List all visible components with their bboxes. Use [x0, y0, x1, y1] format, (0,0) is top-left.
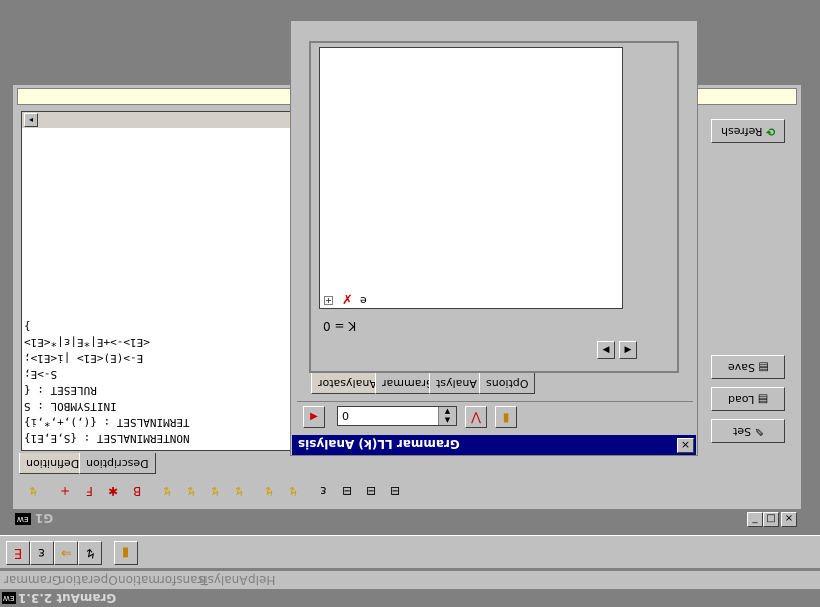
- reduce-icon[interactable]: ↯: [205, 481, 225, 501]
- grammar-edit-button[interactable]: E: [6, 541, 30, 565]
- set-button[interactable]: ✎ Set: [711, 419, 785, 443]
- tab-options[interactable]: Options: [479, 373, 536, 394]
- minimize-button[interactable]: _: [747, 512, 763, 527]
- menu-help[interactable]: Help: [248, 573, 275, 587]
- tree-expand-icon[interactable]: +: [324, 296, 333, 305]
- convert-icon[interactable]: ↯: [259, 481, 279, 501]
- closure-icon[interactable]: ✱: [103, 481, 123, 501]
- transform-icon[interactable]: ↯: [23, 481, 43, 501]
- tab-analyst[interactable]: Analyst: [429, 373, 484, 394]
- load-icon: ▤: [757, 393, 769, 406]
- code-line: NONTERMINALSET : {S,E,E1}: [24, 432, 190, 445]
- maximize-button[interactable]: □: [763, 512, 779, 527]
- exit-door-icon[interactable]: ▮: [114, 541, 138, 565]
- add-rule-icon[interactable]: +: [55, 481, 75, 501]
- app-icon: EW: [2, 592, 16, 604]
- stepper-arrows-icon[interactable]: ▲ ▼: [438, 407, 456, 425]
- error-x-icon: ✗: [342, 293, 353, 308]
- window-icon: EW: [15, 513, 31, 525]
- first-set-icon[interactable]: F: [79, 481, 99, 501]
- menu-analysis[interactable]: Analysis: [198, 573, 247, 587]
- code-line: RULESET : {: [24, 384, 97, 397]
- menu-operation[interactable]: Operation: [58, 573, 118, 587]
- k-readout: K = 0: [323, 319, 357, 333]
- g1-title-bar: EW G1 _ □ ×: [13, 509, 801, 529]
- refresh-icon: ⟳: [765, 125, 776, 138]
- follow-set-icon[interactable]: B: [127, 481, 147, 501]
- dialog-close-button[interactable]: ×: [677, 438, 694, 453]
- code-line: S->E;: [24, 368, 58, 381]
- grammar-tabs: Definition Description: [17, 453, 297, 475]
- dialog-controls: ▶ 0 ▲ ▼ ⋀ ▮: [297, 401, 693, 431]
- grammar-toolbar: ↯ + F ✱ B ↯ ↯ ↯ ↯ ↯ ↯ ε ⊟ ⊟ ⊟: [17, 479, 537, 505]
- main-toolbar: E ε ⇒ ↯ ▮: [0, 535, 820, 569]
- save-icon: ▤: [758, 361, 769, 374]
- code-line: <E1>->+E|*E|ε|*<E1>: [24, 336, 150, 349]
- menu-transformation[interactable]: Transformation: [118, 573, 208, 587]
- exit-door-icon[interactable]: ▮: [495, 406, 517, 428]
- app-title-bar: EW GramAut 2.3.1: [0, 590, 820, 607]
- run-analysis-icon[interactable]: ▶: [303, 406, 325, 428]
- epsilon-button[interactable]: ε: [30, 541, 54, 565]
- dialog-tabs: Analysator Grammar Analyst Options: [311, 373, 671, 395]
- k-value-text: 0: [342, 409, 349, 422]
- grammar-definition-editor[interactable]: ◂ NONTERMINALSET : {S,E,E1} TERMINALSET …: [21, 111, 293, 451]
- tree-node-label[interactable]: e: [360, 294, 367, 307]
- code-line: }: [24, 320, 31, 333]
- code-line: TERMINALSET : {(,),+,*,i}: [24, 416, 190, 429]
- analysis-tree-view[interactable]: + ✗ e: [319, 47, 623, 309]
- prev-step-icon[interactable]: ◀: [597, 341, 615, 359]
- convert-icon[interactable]: ↯: [283, 481, 303, 501]
- reduce-icon[interactable]: ↯: [157, 481, 177, 501]
- ll-k-analysis-dialog: + ✗ e K = 0 ◀ ▶ Analysator Grammar Analy…: [290, 20, 698, 456]
- code-line: INITSYMBOL : S: [24, 400, 117, 413]
- tab-description[interactable]: Description: [79, 453, 156, 474]
- menu-grammar[interactable]: Grammar: [4, 573, 61, 587]
- automaton-button[interactable]: ↯: [78, 541, 102, 565]
- analyze-icon[interactable]: ⋀: [465, 406, 487, 428]
- reduce-icon[interactable]: ↯: [229, 481, 249, 501]
- tab-analysator[interactable]: Analysator: [311, 373, 384, 394]
- dialog-title-bar: Grammar LL(k) Analysis ×: [292, 435, 696, 455]
- close-button[interactable]: ×: [781, 512, 797, 527]
- arrow-button[interactable]: ⇒: [54, 541, 78, 565]
- code-line: E->(E)<E1> |i<E1>;: [24, 352, 144, 365]
- editor-horizontal-scrollbar[interactable]: ◂: [22, 112, 292, 128]
- automaton-icon[interactable]: ⊟: [385, 481, 405, 501]
- refresh-button[interactable]: ⟳ Refresh: [711, 119, 785, 143]
- load-button[interactable]: ▤ Load: [711, 387, 785, 411]
- tab-definition[interactable]: Definition: [19, 453, 87, 474]
- epsilon-icon[interactable]: ε: [313, 481, 333, 501]
- save-button[interactable]: ▤ Save: [711, 355, 785, 379]
- dialog-title: Grammar LL(k) Analysis: [298, 437, 460, 451]
- pencil-icon: ✎: [754, 425, 764, 438]
- automaton-icon[interactable]: ⊟: [361, 481, 381, 501]
- automaton-icon[interactable]: ⊟: [337, 481, 357, 501]
- reduce-icon[interactable]: ↯: [181, 481, 201, 501]
- app-title: GramAut 2.3.1: [18, 591, 117, 605]
- menu-bar: Grammar Operation Transformation Analysi…: [0, 571, 820, 589]
- k-value-stepper[interactable]: 0 ▲ ▼: [337, 406, 457, 426]
- window-title: G1: [35, 511, 54, 525]
- next-step-icon[interactable]: ▶: [619, 341, 637, 359]
- scroll-left-arrow-icon[interactable]: ◂: [24, 113, 38, 127]
